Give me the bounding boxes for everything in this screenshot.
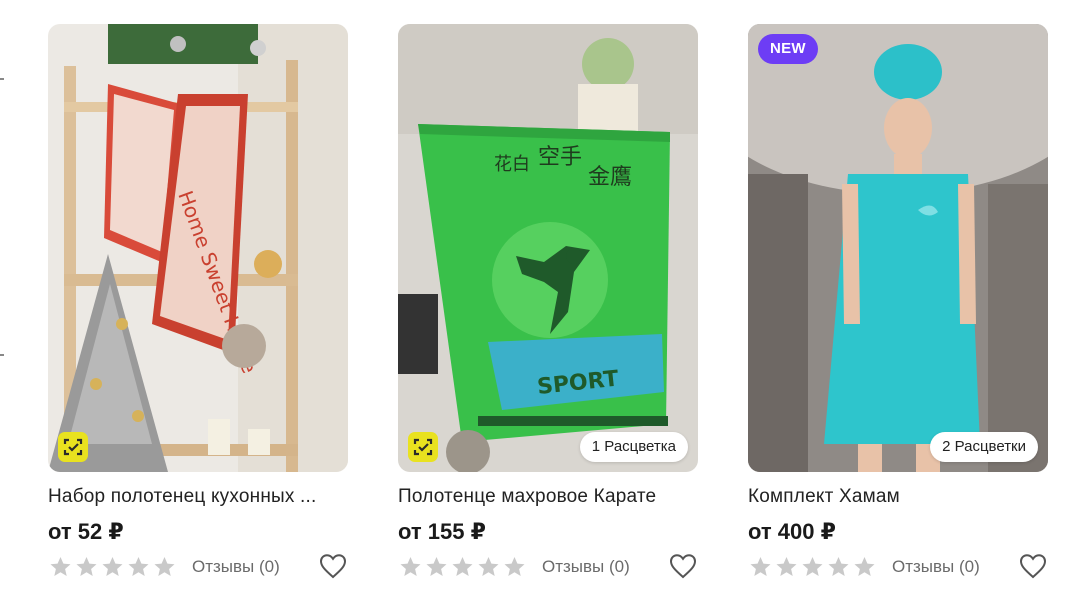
rating-stars: [398, 555, 527, 579]
star-icon: [802, 557, 823, 576]
edge-marker-top: [0, 78, 4, 80]
star-icon: [478, 557, 499, 576]
scan-icon: [413, 438, 433, 456]
star-icon: [426, 557, 447, 576]
heart-icon: [669, 554, 697, 579]
product-meta: Отзывы (0): [48, 551, 348, 581]
kitchen-towels-photo: Home Sweet Home: [48, 24, 348, 472]
scan-badge: [408, 432, 438, 462]
star-icon: [854, 557, 875, 576]
edge-marker-bottom: [0, 354, 4, 356]
svg-text:空手: 空手: [538, 145, 582, 170]
rating-stars: [48, 555, 177, 579]
product-meta: Отзывы (0): [398, 551, 698, 581]
heart-icon: [319, 554, 347, 579]
product-image[interactable]: NEW 2 Расцветки: [748, 24, 1048, 472]
favorite-button[interactable]: [1018, 551, 1048, 581]
reviews-link[interactable]: Отзывы (0): [192, 556, 280, 578]
star-icon: [504, 557, 525, 576]
new-badge: NEW: [758, 34, 818, 64]
product-card[interactable]: Home Sweet Home Набор полотенец кухонных…: [48, 24, 348, 594]
colors-count-chip[interactable]: 1 Расцветка: [579, 432, 688, 462]
star-icon: [154, 557, 175, 576]
product-title[interactable]: Комплект Хамам: [748, 486, 1048, 508]
star-icon: [828, 557, 849, 576]
star-icon: [776, 557, 797, 576]
scan-badge: [58, 432, 88, 462]
heart-icon: [1019, 554, 1047, 579]
star-icon: [452, 557, 473, 576]
product-price: от 400 ₽: [748, 519, 836, 544]
product-card[interactable]: NEW 2 Расцветки Комплект Хамам от 400 ₽ …: [748, 24, 1048, 594]
scan-icon: [63, 438, 83, 456]
product-title[interactable]: Полотенце махровое Карате: [398, 486, 698, 508]
favorite-button[interactable]: [668, 551, 698, 581]
reviews-link[interactable]: Отзывы (0): [542, 556, 630, 578]
rating-stars: [748, 555, 877, 579]
reviews-link[interactable]: Отзывы (0): [892, 556, 980, 578]
star-icon: [50, 557, 71, 576]
product-card[interactable]: 空手 金鷹 花白 SPORT 1 Расцветка Полотенце мах…: [398, 24, 698, 594]
product-title[interactable]: Набор полотенец кухонных ...: [48, 486, 348, 508]
favorite-button[interactable]: [318, 551, 348, 581]
product-image[interactable]: Home Sweet Home: [48, 24, 348, 472]
colors-count-chip[interactable]: 2 Расцветки: [930, 432, 1038, 462]
product-image[interactable]: 空手 金鷹 花白 SPORT 1 Расцветка: [398, 24, 698, 472]
svg-text:花白: 花白: [494, 154, 530, 175]
star-icon: [400, 557, 421, 576]
hamam-set-photo: [748, 24, 1048, 472]
star-icon: [750, 557, 771, 576]
product-price: от 52 ₽: [48, 519, 124, 544]
product-grid: Home Sweet Home Набор полотенец кухонных…: [48, 24, 1048, 594]
product-price: от 155 ₽: [398, 519, 486, 544]
karate-towel-photo: 空手 金鷹 花白 SPORT: [398, 24, 698, 472]
star-icon: [102, 557, 123, 576]
svg-text:金鷹: 金鷹: [588, 165, 632, 190]
product-meta: Отзывы (0): [748, 551, 1048, 581]
star-icon: [128, 557, 149, 576]
star-icon: [76, 557, 97, 576]
